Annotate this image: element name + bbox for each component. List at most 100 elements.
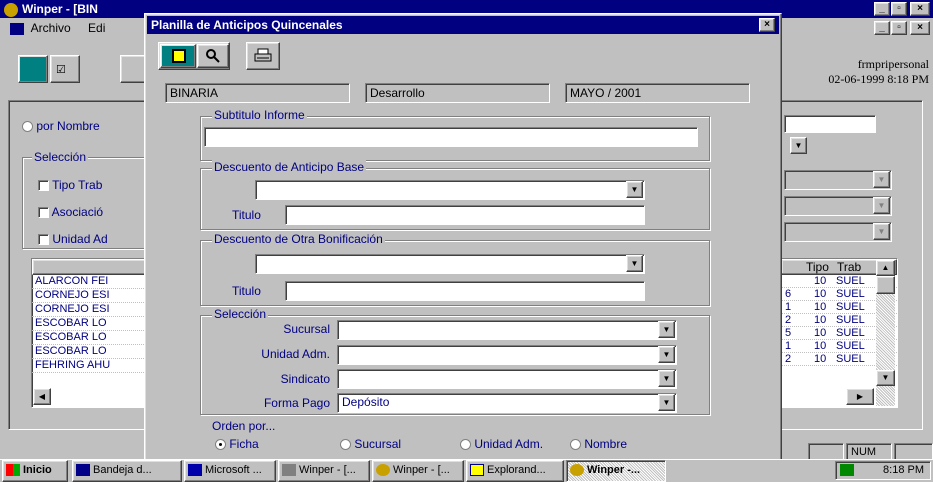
seleccion-label: Selección (212, 307, 269, 321)
scroll-thumb[interactable] (876, 276, 895, 294)
close-button[interactable]: × (910, 2, 930, 16)
radio-unidad[interactable]: Unidad Adm. (460, 437, 543, 451)
dialog-title-bar: Planilla de Anticipos Quincenales (147, 16, 779, 34)
col-header-trab[interactable]: Trab (837, 260, 861, 274)
chk-unidad-label: Unidad Ad (52, 232, 108, 246)
chk-tipo-label: Tipo Trab (52, 178, 103, 192)
printer-icon (254, 48, 272, 62)
sucursal-combo[interactable]: ▼ (337, 320, 677, 340)
chk-tipo-trab[interactable] (38, 180, 49, 192)
radio-ficha-circle[interactable] (215, 439, 226, 451)
dialog-title: Planilla de Anticipos Quincenales (151, 18, 343, 32)
radio-ficha[interactable]: Ficha (215, 437, 259, 451)
desc-otra-label: Descuento de Otra Bonificación (212, 232, 385, 246)
col-header-tipo[interactable]: Tipo (806, 260, 829, 274)
name-list: ALARCON FEI CORNEJO ESI CORNEJO ESI ESCOBAR… (32, 275, 160, 373)
desc-base-combo[interactable]: ▼ (255, 180, 645, 200)
exit-icon (172, 49, 186, 63)
inbox-icon (76, 464, 90, 477)
radio-unidad-label: Unidad Adm. (474, 437, 544, 451)
table-row[interactable]: ALARCON FEI (32, 275, 160, 289)
menu-archivo[interactable]: Archivo (31, 21, 71, 35)
task-winper-active[interactable]: Winper -... (566, 460, 666, 482)
bg-grid-left: N ALARCON FEICORNEJO ESICORNEJO ESIESCOB… (31, 258, 161, 408)
scroll-up-button[interactable]: ▲ (876, 260, 895, 276)
exit-button[interactable] (160, 44, 196, 68)
desc-otra-dropdown[interactable]: ▼ (626, 255, 643, 272)
scroll-right-button[interactable]: ▶ (846, 388, 874, 405)
row-trab: SUEL (836, 340, 865, 352)
exit-toolbar-button[interactable] (18, 55, 48, 83)
radio-nombre-circle[interactable] (22, 121, 33, 133)
v-scrollbar[interactable]: ▲ ▼ (876, 260, 895, 406)
radio-sucursal-circle[interactable] (340, 439, 351, 451)
row-tipo: 10 (814, 340, 827, 352)
radio-sucursal[interactable]: Sucursal (340, 437, 401, 451)
table-row[interactable]: CORNEJO ESI (32, 303, 160, 317)
menu-edit[interactable]: Edi (88, 21, 105, 35)
row-trab: SUEL (836, 314, 865, 326)
unidad-combo[interactable]: ▼ (337, 345, 677, 365)
subtitulo-input[interactable] (204, 127, 698, 147)
table-row[interactable]: ESCOBAR LO (32, 331, 160, 345)
forma-pago-combo[interactable]: Depósito ▼ (337, 393, 677, 413)
bg-search-input[interactable] (784, 115, 876, 133)
desc-otra-combo[interactable]: ▼ (255, 254, 645, 274)
print-button[interactable] (246, 42, 280, 70)
start-button[interactable]: Inicio (2, 460, 68, 482)
task-winper-2-label: Winper - [... (393, 464, 450, 476)
task-explorando[interactable]: Explorand... (466, 460, 564, 482)
titulo-otra-input[interactable] (285, 281, 645, 301)
col-header-n[interactable]: N (32, 259, 160, 275)
unidad-label: Unidad Adm. (261, 347, 330, 361)
chk-asociacion[interactable] (38, 207, 49, 219)
minimize-button[interactable]: _ (874, 2, 890, 16)
child-restore-button[interactable]: ▫ (891, 21, 907, 35)
radio-nombre[interactable]: Nombre (570, 437, 627, 451)
titulo-base-input[interactable] (285, 205, 645, 225)
tray-icon[interactable] (840, 464, 854, 477)
subtitulo-label: Subtitulo Informe (212, 108, 307, 122)
radio-por-nombre[interactable]: por Nombre (22, 119, 100, 133)
bg-combo-3[interactable]: ▼ (784, 222, 892, 242)
table-row[interactable]: ESCOBAR LO (32, 345, 160, 359)
radio-sucursal-label: Sucursal (354, 437, 402, 451)
chk-unidad[interactable] (38, 234, 49, 246)
explorer-icon (470, 464, 484, 477)
row-tipo: 10 (814, 275, 827, 287)
child-minimize-button[interactable]: _ (874, 21, 890, 35)
bg-combo-1[interactable]: ▼ (784, 170, 892, 190)
preview-button[interactable] (197, 44, 229, 68)
check-toolbar-button[interactable]: ☑ (50, 55, 80, 83)
task-winper-1[interactable]: Winper - [... (278, 460, 370, 482)
bg-combo-2[interactable]: ▼ (784, 196, 892, 216)
radio-nombre-order-circle[interactable] (570, 439, 581, 451)
task-bandeja[interactable]: Bandeja d... (72, 460, 182, 482)
desc-base-dropdown[interactable]: ▼ (626, 181, 643, 198)
dialog-close-button[interactable]: × (759, 18, 775, 32)
sindicato-dropdown[interactable]: ▼ (658, 370, 675, 387)
bg-dropdown-arrow[interactable]: ▼ (790, 137, 807, 154)
word-icon (188, 464, 202, 477)
scroll-down-button[interactable]: ▼ (876, 370, 895, 386)
table-row[interactable]: FEHRING AHU (32, 359, 160, 373)
unidad-dropdown[interactable]: ▼ (658, 346, 675, 363)
radio-nombre-label: por Nombre (36, 119, 100, 133)
task-winper-1-label: Winper - [... (299, 464, 356, 476)
table-row[interactable]: ESCOBAR LO (32, 317, 160, 331)
child-close-button[interactable]: × (910, 21, 930, 35)
sindicato-combo[interactable]: ▼ (337, 369, 677, 389)
table-row[interactable]: CORNEJO ESI (32, 289, 160, 303)
task-winper-2[interactable]: Winper - [... (372, 460, 464, 482)
scroll-left-button[interactable]: ◀ (33, 388, 51, 405)
forma-pago-dropdown[interactable]: ▼ (658, 394, 675, 411)
task-explorando-label: Explorand... (487, 464, 546, 476)
row-cell: 1 (785, 340, 792, 352)
maximize-button[interactable]: ▫ (891, 2, 907, 16)
magnifier-icon (206, 49, 220, 63)
row-cell: 1 (785, 301, 792, 313)
sucursal-dropdown[interactable]: ▼ (658, 321, 675, 338)
task-microsoft[interactable]: Microsoft ... (184, 460, 276, 482)
doc-icon (10, 22, 24, 35)
radio-unidad-circle[interactable] (460, 439, 471, 451)
